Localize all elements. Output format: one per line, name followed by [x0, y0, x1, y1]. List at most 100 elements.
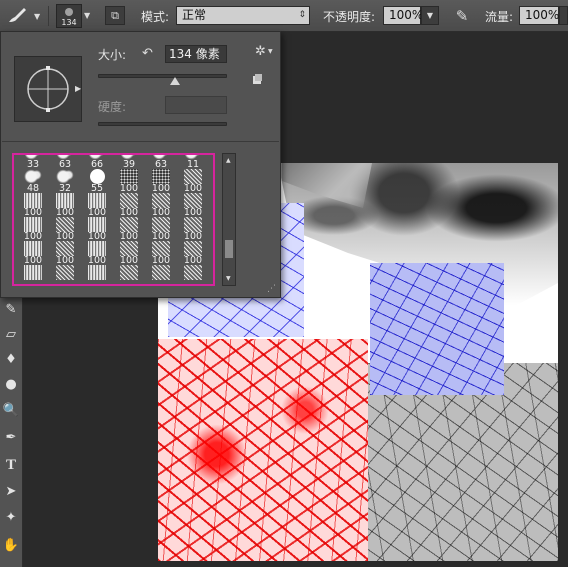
- brush-preset-item[interactable]: [49, 265, 81, 284]
- preset-scrollbar[interactable]: ▲ ▼: [222, 153, 236, 286]
- brush-tip-icon: [56, 241, 74, 256]
- brush-preset-picker[interactable]: 134: [56, 4, 82, 28]
- brush-preset-item[interactable]: 55: [81, 169, 113, 194]
- brush-preset-item[interactable]: 100: [81, 193, 113, 218]
- scroll-up-icon[interactable]: ▲: [226, 157, 231, 164]
- flow-label: 流量:: [485, 10, 514, 24]
- brush-tool-icon[interactable]: [6, 5, 28, 25]
- brush-preset-item[interactable]: 100: [113, 241, 145, 266]
- brush-tip-icon: [184, 217, 202, 232]
- opacity-label: 不透明度:: [323, 10, 376, 24]
- brush-tip-icon: [88, 217, 106, 232]
- flow-field[interactable]: 100%: [519, 6, 559, 25]
- shape-tool-icon[interactable]: ✦: [0, 507, 22, 529]
- blue-crack-texture-layer-2: [370, 263, 504, 395]
- brush-tip-icon: [120, 241, 138, 256]
- mode-value: 正常: [182, 8, 207, 22]
- brush-preset-item[interactable]: [177, 265, 209, 284]
- brush-preset-item[interactable]: 100: [49, 193, 81, 218]
- brush-preset-item[interactable]: 11: [177, 155, 209, 170]
- brush-tip-icon: [65, 8, 73, 16]
- brush-preset-item[interactable]: [81, 265, 113, 284]
- brush-preset-item[interactable]: [17, 265, 49, 284]
- blur-icon[interactable]: ●: [0, 374, 22, 396]
- healing-brush-icon[interactable]: ✎: [0, 299, 22, 321]
- brush-preset-item[interactable]: 100: [113, 193, 145, 218]
- paint-bucket-icon[interactable]: ♦: [0, 349, 22, 371]
- divider: [2, 141, 279, 142]
- brush-preset-item[interactable]: 32: [49, 169, 81, 194]
- brush-tip-icon: [120, 217, 138, 232]
- dodge-icon[interactable]: 🔍: [0, 400, 22, 422]
- tool-preset-caret-icon[interactable]: ▼: [34, 12, 40, 21]
- brush-preset-item[interactable]: 100: [49, 217, 81, 242]
- opacity-dropdown-button[interactable]: ▼: [421, 6, 439, 25]
- brush-tip-icon: [184, 241, 202, 256]
- brush-preset-item[interactable]: 100: [113, 217, 145, 242]
- brush-tip-icon: [152, 265, 170, 280]
- brush-preset-item[interactable]: 100: [17, 193, 49, 218]
- brush-preset-item[interactable]: 63: [145, 155, 177, 170]
- brush-preset-item[interactable]: 100: [145, 217, 177, 242]
- brush-preset-item[interactable]: 100: [177, 217, 209, 242]
- reset-icon[interactable]: ↶: [142, 46, 153, 61]
- brush-preset-item[interactable]: 100: [17, 241, 49, 266]
- brush-preset-item[interactable]: 100: [81, 217, 113, 242]
- flow-dropdown-button[interactable]: [559, 6, 568, 25]
- mode-select[interactable]: 正常 ⇕: [176, 6, 310, 25]
- pen-icon[interactable]: ✒: [0, 427, 22, 449]
- brush-tip-icon: [56, 169, 74, 184]
- opacity-field[interactable]: 100%: [383, 6, 423, 25]
- brush-preset-item[interactable]: 100: [49, 241, 81, 266]
- scrollbar-thumb[interactable]: [225, 240, 233, 258]
- brush-tip-icon: [88, 265, 106, 280]
- brush-preset-item[interactable]: 48: [17, 169, 49, 194]
- brush-preset-item[interactable]: [113, 265, 145, 284]
- brush-preset-item[interactable]: 100: [177, 169, 209, 194]
- path-selection-icon[interactable]: ➤: [0, 481, 22, 503]
- chevron-down-icon[interactable]: ▼: [84, 11, 90, 20]
- hand-tool-icon[interactable]: ✋: [0, 535, 22, 557]
- type-tool-icon[interactable]: T: [0, 454, 22, 476]
- brush-preset-item[interactable]: 100: [81, 241, 113, 266]
- brush-preset-item[interactable]: 100: [145, 169, 177, 194]
- brush-preset-item[interactable]: 100: [145, 241, 177, 266]
- brush-size-readout: 134: [61, 18, 77, 27]
- brush-tip-icon: [56, 217, 74, 232]
- brush-preset-item[interactable]: 100: [113, 169, 145, 194]
- brush-tip-icon: [24, 169, 42, 184]
- brush-tip-icon: [24, 241, 42, 256]
- divider: [48, 6, 49, 26]
- chevron-down-icon[interactable]: ▼: [268, 48, 273, 55]
- updown-arrow-icon: ⇕: [298, 10, 306, 20]
- size-slider-thumb[interactable]: [170, 77, 181, 85]
- new-preset-icon[interactable]: [251, 73, 263, 85]
- brush-angle-preview[interactable]: [14, 56, 82, 122]
- brush-preset-item[interactable]: 66: [81, 155, 113, 170]
- brush-preset-item[interactable]: 100: [17, 217, 49, 242]
- brush-preset-item[interactable]: 33: [17, 155, 49, 170]
- brush-tip-icon: [88, 241, 106, 256]
- flow-value: 100%: [525, 8, 560, 22]
- gear-icon[interactable]: ✲: [255, 44, 266, 59]
- brush-preset-item[interactable]: 100: [177, 193, 209, 218]
- scroll-down-icon[interactable]: ▼: [226, 275, 231, 282]
- brush-tip-icon: [90, 169, 105, 184]
- size-input[interactable]: 134 像素: [165, 45, 227, 63]
- brush-tip-icon: [152, 193, 170, 208]
- brush-tip-icon: [152, 169, 170, 184]
- eraser-icon[interactable]: ▱: [0, 324, 22, 346]
- brush-preset-item[interactable]: [145, 265, 177, 284]
- brush-panel-toggle-icon[interactable]: ⧉: [105, 6, 125, 25]
- brush-tip-icon: [152, 241, 170, 256]
- brush-preset-item[interactable]: 100: [145, 193, 177, 218]
- brush-tip-icon: [120, 265, 138, 280]
- brush-tip-icon: [56, 265, 74, 280]
- airbrush-icon[interactable]: ✎: [452, 6, 472, 26]
- brush-preset-item[interactable]: 100: [177, 241, 209, 266]
- size-label: 大小:: [98, 48, 127, 62]
- brush-preset-item[interactable]: 63: [49, 155, 81, 170]
- brush-preset-item[interactable]: 39: [113, 155, 145, 170]
- resize-grip-icon[interactable]: ⋰: [267, 284, 276, 294]
- size-slider-track[interactable]: [98, 74, 227, 78]
